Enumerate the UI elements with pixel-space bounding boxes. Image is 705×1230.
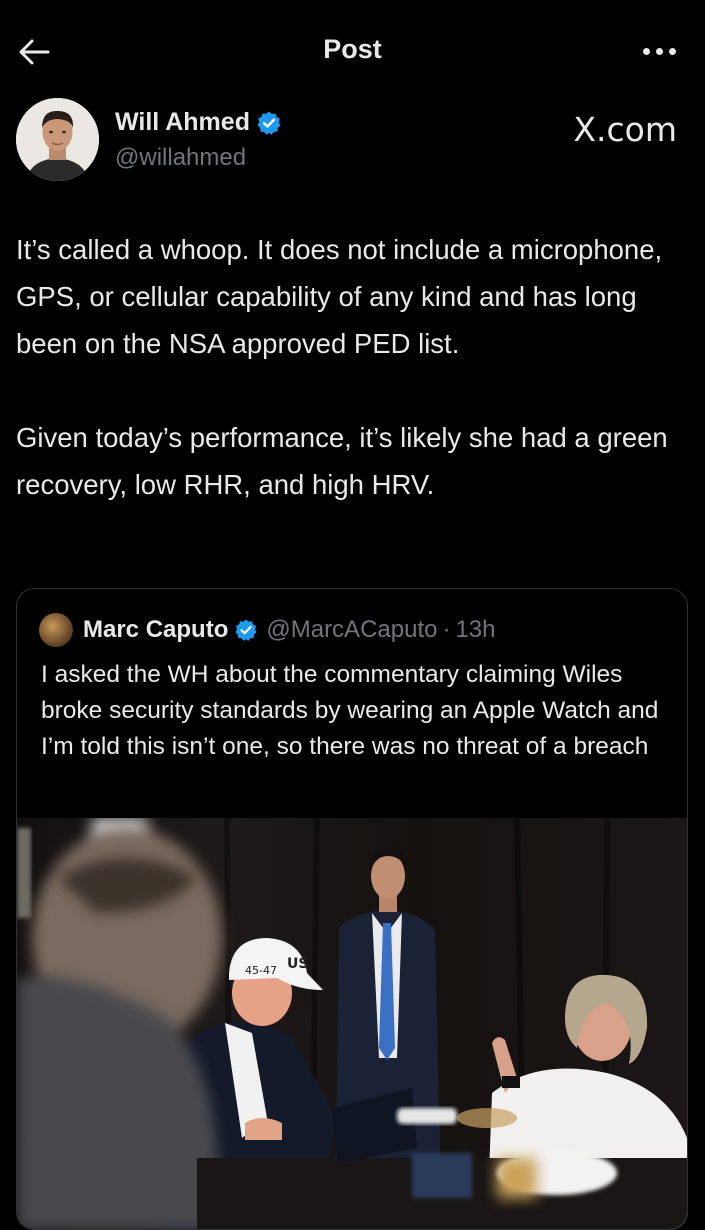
author-handle[interactable]: @willahmed bbox=[115, 144, 246, 172]
verified-badge-icon bbox=[257, 111, 281, 135]
post-text: It’s called a whoop. It does not include… bbox=[16, 226, 688, 508]
quoted-timestamp: 13h bbox=[455, 616, 496, 643]
author-name[interactable]: Will Ahmed bbox=[115, 108, 250, 137]
more-options-button[interactable] bbox=[637, 36, 681, 66]
avatar[interactable] bbox=[16, 98, 99, 181]
hat-text: 45-47 bbox=[245, 964, 277, 977]
quoted-avatar bbox=[39, 613, 73, 647]
quoted-post-text: I asked the WH about the commentary clai… bbox=[41, 661, 659, 760]
top-bar: Post bbox=[0, 0, 705, 104]
quoted-photo[interactable]: 45-47 US bbox=[17, 818, 687, 1229]
post-paragraph: Given today’s performance, it’s likely s… bbox=[16, 422, 668, 500]
dot-separator: · bbox=[442, 616, 451, 643]
post-paragraph: It’s called a whoop. It does not include… bbox=[16, 234, 663, 359]
more-horizontal-icon bbox=[642, 47, 650, 55]
avatar-photo bbox=[16, 98, 99, 181]
hat-text-us: US bbox=[287, 956, 308, 972]
post-author: Will Ahmed @willahmed X.com bbox=[16, 98, 691, 184]
author-name-row[interactable]: Will Ahmed bbox=[115, 108, 282, 137]
page-title: Post bbox=[323, 34, 382, 64]
source-label: X.com bbox=[573, 110, 677, 149]
photo-illustration: 45-47 US bbox=[17, 818, 687, 1229]
quoted-author-name: Marc Caputo bbox=[83, 616, 229, 643]
quoted-post[interactable]: Marc Caputo @MarcACaputo · 13h I asked t… bbox=[16, 588, 688, 1230]
verified-badge-icon bbox=[235, 619, 257, 641]
quoted-post-header: Marc Caputo @MarcACaputo · 13h bbox=[39, 613, 496, 647]
quoted-author-handle: @MarcACaputo bbox=[266, 616, 438, 643]
